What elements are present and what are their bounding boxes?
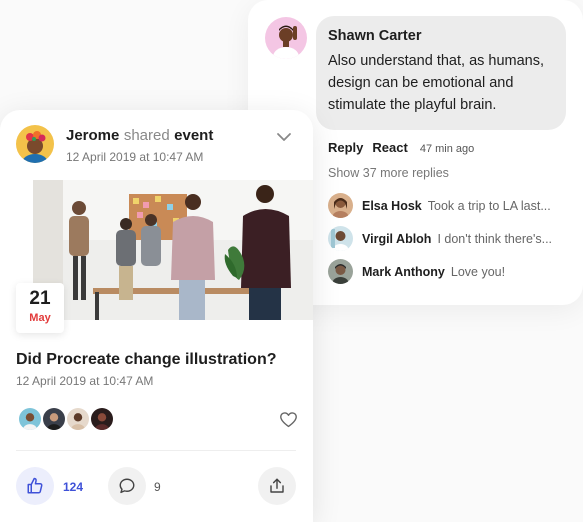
comment-actions: Reply React 47 min ago: [328, 140, 474, 155]
reply-author[interactable]: Mark Anthony: [362, 265, 445, 279]
thumbs-up-icon: [27, 477, 43, 494]
comment-count: 9: [154, 480, 161, 494]
divider: [16, 450, 296, 451]
poster-avatar[interactable]: [16, 125, 54, 163]
attendee-avatar: [17, 406, 43, 432]
attendee-avatar: [41, 406, 67, 432]
reply-text: Took a trip to LA last...: [427, 198, 551, 213]
comment-text: Also understand that, as humans, design …: [328, 53, 545, 113]
reply-author[interactable]: Virgil Abloh: [362, 232, 431, 246]
reply-item[interactable]: Elsa Hosk Took a trip to LA last...: [328, 193, 578, 218]
comment-button[interactable]: [108, 467, 146, 505]
like-count: 124: [63, 480, 84, 494]
event-day: 21: [29, 288, 51, 309]
post-date: 12 April 2019 at 10:47 AM: [66, 150, 204, 164]
event-date-badge: 21 May: [16, 283, 64, 333]
event-month: May: [29, 312, 51, 324]
reply-avatar: [328, 193, 353, 218]
chevron-down-icon[interactable]: [276, 129, 292, 145]
comment-bubble: Shawn Carter Also understand that, as hu…: [316, 16, 566, 130]
share-icon: [270, 478, 284, 493]
reply-text: Love you!: [450, 264, 506, 279]
reply-avatar: [328, 259, 353, 284]
reply-button[interactable]: Reply: [328, 140, 363, 155]
like-button[interactable]: [16, 467, 54, 505]
comment-timestamp: 47 min ago: [419, 143, 475, 155]
attendee-avatars[interactable]: [17, 406, 127, 432]
reply-item[interactable]: Mark Anthony Love you!: [328, 259, 578, 284]
share-button[interactable]: [258, 467, 296, 505]
heart-icon[interactable]: [279, 411, 298, 428]
reply-author[interactable]: Elsa Hosk: [362, 199, 422, 213]
comment-bubble-icon: [119, 478, 135, 494]
react-button[interactable]: React: [372, 140, 407, 155]
attendee-avatar: [89, 406, 115, 432]
attendee-avatar: [65, 406, 91, 432]
event-title[interactable]: Did Procreate change illustration?: [16, 351, 277, 369]
event-photo[interactable]: [33, 180, 313, 320]
reply-avatar: [328, 226, 353, 251]
comment-author[interactable]: Shawn Carter: [328, 28, 554, 44]
reply-item[interactable]: Virgil Abloh I don't think there's...: [328, 226, 578, 251]
post-header: Jerome shared event 12 April 2019 at 10:…: [66, 127, 213, 164]
poster-name[interactable]: Jerome: [66, 127, 119, 144]
commenter-avatar[interactable]: [265, 17, 307, 59]
show-more-replies-link[interactable]: Show 37 more replies: [328, 166, 449, 180]
reply-text: I don't think there's...: [437, 231, 553, 246]
event-post-card: Jerome shared event 12 April 2019 at 10:…: [0, 110, 313, 522]
event-date: 12 April 2019 at 10:47 AM: [16, 374, 154, 388]
shared-label: shared: [123, 127, 170, 144]
event-label[interactable]: event: [174, 127, 213, 144]
